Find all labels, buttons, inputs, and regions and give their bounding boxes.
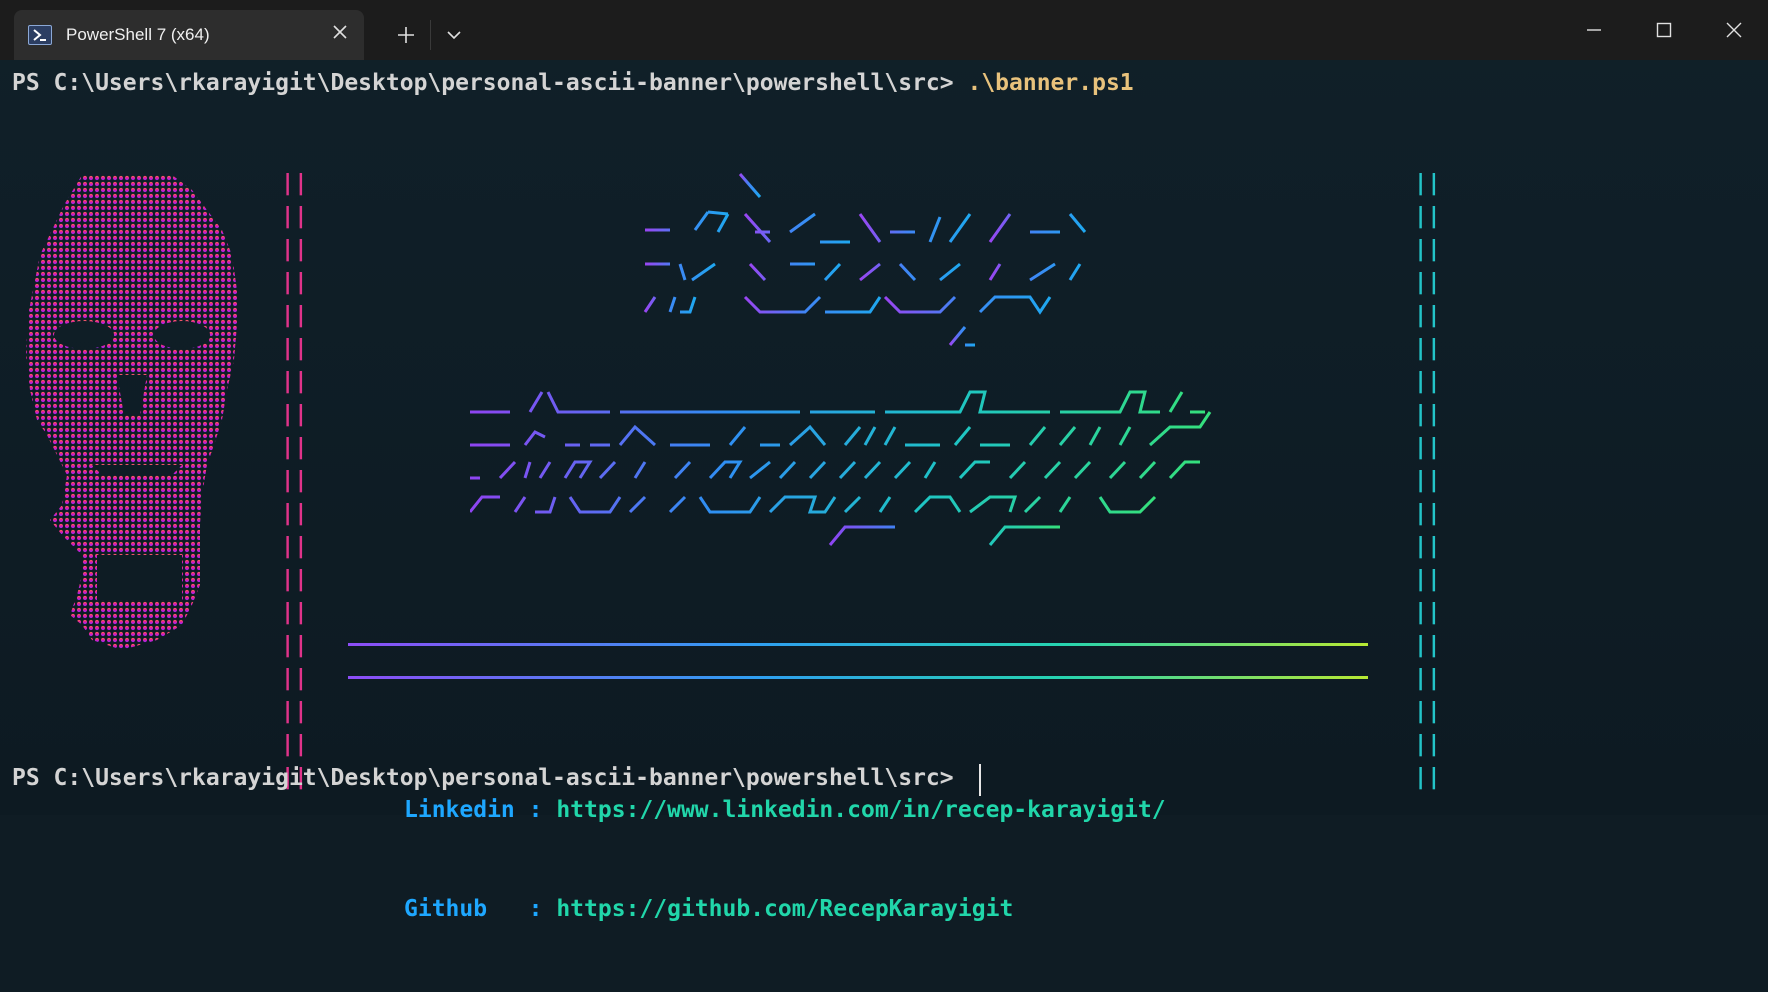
github-label: Github : bbox=[404, 896, 557, 922]
linkedin-row: Linkedin : https://www.linkedin.com/in/r… bbox=[404, 794, 1166, 827]
text-cursor bbox=[979, 764, 981, 796]
skull-dot-pattern bbox=[22, 175, 247, 655]
divider-1 bbox=[348, 643, 1368, 646]
tab-powershell[interactable]: PowerShell 7 (x64) bbox=[14, 10, 364, 60]
prompt-2: PS C:\Users\rkarayigit\Desktop\personal-… bbox=[12, 765, 968, 791]
close-window-button[interactable] bbox=[1714, 14, 1754, 46]
command-1: .\banner.ps1 bbox=[967, 70, 1134, 96]
divider-2 bbox=[348, 676, 1368, 679]
skull-ascii-art bbox=[22, 175, 247, 655]
close-tab-icon[interactable] bbox=[330, 22, 350, 42]
minimize-button[interactable] bbox=[1574, 14, 1614, 46]
linkedin-url[interactable]: https://www.linkedin.com/in/recep-karayi… bbox=[556, 797, 1165, 823]
terminal-window: PowerShell 7 (x64) PS C:\Users\rkarayigi… bbox=[0, 0, 1768, 922]
prompt-1: PS C:\Users\rkarayigit\Desktop\personal-… bbox=[12, 70, 968, 96]
github-url[interactable]: https://github.com/RecepKarayigit bbox=[556, 896, 1013, 922]
right-border: || || || || || || || || || || || || || || || || || || || bbox=[1414, 171, 1441, 790]
name-ascii-art bbox=[470, 160, 1212, 546]
tab-separator bbox=[430, 20, 431, 50]
title-bar: PowerShell 7 (x64) bbox=[0, 0, 1768, 60]
new-tab-button[interactable] bbox=[388, 17, 424, 53]
left-border: || || || || || || || || || || || || || || || || || || || bbox=[281, 171, 308, 790]
tab-dropdown-button[interactable] bbox=[438, 17, 470, 53]
linkedin-label: Linkedin : bbox=[404, 797, 557, 823]
powershell-icon bbox=[28, 25, 52, 45]
prompt-line-2: PS C:\Users\rkarayigit\Desktop\personal-… bbox=[12, 765, 967, 791]
github-row: Github : https://github.com/RecepKarayig… bbox=[404, 893, 1166, 926]
karayigit-ascii-letters bbox=[470, 376, 1212, 546]
tab-title: PowerShell 7 (x64) bbox=[66, 25, 210, 44]
prompt-line-1: PS C:\Users\rkarayigit\Desktop\personal-… bbox=[12, 70, 1134, 96]
terminal-output[interactable]: PS C:\Users\rkarayigit\Desktop\personal-… bbox=[0, 60, 1768, 922]
recep-ascii-letters bbox=[643, 160, 1087, 347]
maximize-button[interactable] bbox=[1644, 14, 1684, 46]
